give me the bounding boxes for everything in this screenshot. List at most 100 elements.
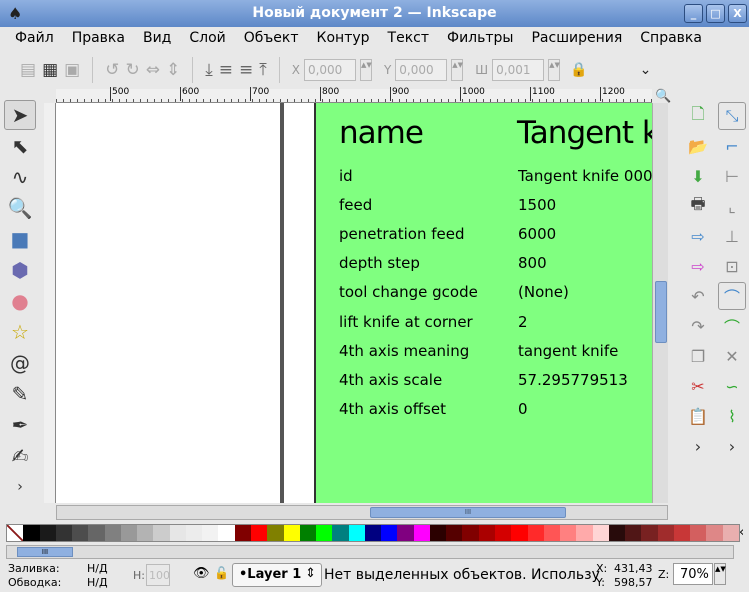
redo-icon[interactable]: ↷	[684, 312, 712, 340]
flip-vertical-icon[interactable]: ⇕	[166, 60, 180, 80]
color-swatch[interactable]	[299, 525, 317, 541]
rotate-ccw-icon[interactable]: ↺	[105, 60, 119, 80]
horizontal-scroll-thumb[interactable]: III	[370, 507, 566, 518]
snap-intersection-icon[interactable]: ✕	[718, 342, 746, 370]
undo-icon[interactable]: ↶	[684, 282, 712, 310]
maximize-button[interactable]: □	[706, 4, 725, 23]
color-swatch[interactable]	[673, 525, 691, 541]
print-icon[interactable]: 🖶	[684, 192, 712, 220]
color-swatch[interactable]	[23, 525, 40, 541]
color-swatch[interactable]	[560, 525, 577, 541]
color-swatch[interactable]	[39, 525, 56, 541]
color-swatch[interactable]	[250, 525, 268, 541]
menu-layer[interactable]: Слой	[180, 27, 234, 49]
raise-icon[interactable]: ≡	[239, 60, 253, 80]
new-document-icon[interactable]: 🗋	[684, 102, 712, 130]
vertical-scrollbar[interactable]	[652, 103, 668, 503]
color-swatch[interactable]	[494, 525, 512, 541]
minimize-button[interactable]: _	[684, 4, 703, 23]
color-swatch[interactable]	[429, 525, 447, 541]
snap-bbox-midpoint-icon[interactable]: ⊥	[718, 222, 746, 250]
menu-text[interactable]: Текст	[379, 27, 438, 49]
snap-bbox-corner-icon[interactable]: ⌞	[718, 192, 746, 220]
color-swatch[interactable]	[478, 525, 495, 541]
rectangle-tool-icon[interactable]: ■	[4, 224, 36, 254]
layer-lock-icon[interactable]: 🔓	[214, 566, 229, 580]
color-swatch[interactable]	[446, 525, 463, 541]
snap-path-icon[interactable]: ⌒	[718, 312, 746, 340]
copy-icon[interactable]: ❐	[684, 342, 712, 370]
menu-object[interactable]: Объект	[235, 27, 308, 49]
paste-icon[interactable]: 📋	[684, 402, 712, 430]
flip-horizontal-icon[interactable]: ⇔	[146, 60, 160, 80]
tweak-tool-icon[interactable]: ∿	[4, 162, 36, 192]
color-swatch[interactable]	[202, 525, 219, 541]
color-swatch[interactable]	[267, 525, 284, 541]
opacity-input[interactable]: 100	[146, 564, 170, 586]
pen-tool-icon[interactable]: ✒	[4, 410, 36, 440]
w-input[interactable]: 0,001	[492, 59, 545, 81]
snap-bbox-icon[interactable]: ⌐	[718, 132, 746, 160]
color-swatch[interactable]	[722, 525, 739, 541]
color-swatch[interactable]	[706, 525, 723, 541]
spiral-tool-icon[interactable]: @	[4, 348, 36, 378]
calligraphy-tool-icon[interactable]: ✍	[4, 441, 36, 471]
color-swatch[interactable]	[690, 525, 707, 541]
color-swatch[interactable]	[608, 525, 626, 541]
color-swatch[interactable]	[462, 525, 479, 541]
stroke-value[interactable]: Н/Д	[87, 576, 108, 589]
horizontal-scrollbar[interactable]: III	[56, 505, 668, 520]
snap-bbox-edge-icon[interactable]: ⊢	[718, 162, 746, 190]
open-icon[interactable]: 📂	[684, 132, 712, 160]
visibility-eye-icon[interactable]: 👁	[193, 566, 210, 581]
import-icon[interactable]: ⇨	[684, 222, 712, 250]
no-paint-swatch[interactable]	[7, 525, 24, 541]
color-swatch[interactable]	[72, 525, 89, 541]
rotate-cw-icon[interactable]: ↻	[125, 60, 139, 80]
pencil-tool-icon[interactable]: ✎	[4, 379, 36, 409]
color-swatch[interactable]	[576, 525, 593, 541]
color-swatch[interactable]	[657, 525, 674, 541]
palette-scrollbar[interactable]: III	[6, 545, 734, 559]
color-swatch[interactable]	[397, 525, 414, 541]
snap-nodes-icon[interactable]: ⌒	[718, 282, 746, 310]
select-all-layers-icon[interactable]: ▦	[42, 60, 58, 80]
menu-file[interactable]: Файл	[6, 27, 63, 49]
menu-edit[interactable]: Правка	[63, 27, 134, 49]
more-options-button[interactable]: ⌄	[640, 62, 652, 78]
menu-extensions[interactable]: Расширения	[522, 27, 631, 49]
more-commands-icon[interactable]: ›	[684, 432, 712, 460]
color-swatch[interactable]	[55, 525, 73, 541]
y-spinner[interactable]: ▲▼	[451, 59, 464, 81]
color-swatch[interactable]	[641, 525, 658, 541]
color-swatch[interactable]	[88, 525, 105, 541]
green-rectangle[interactable]: name Tangent knife idTangent knife 0001 …	[314, 103, 652, 503]
star-tool-icon[interactable]: ☆	[4, 317, 36, 347]
zoom-input[interactable]: 70%	[673, 563, 713, 585]
snap-bbox-center-icon[interactable]: ⊡	[718, 252, 746, 280]
vertical-scroll-thumb[interactable]	[655, 281, 667, 343]
color-swatch[interactable]	[592, 525, 609, 541]
more-tools-icon[interactable]: ›	[4, 472, 36, 502]
x-input[interactable]: 0,000	[303, 59, 356, 81]
cut-icon[interactable]: ✂	[684, 372, 712, 400]
save-icon[interactable]: ⬇	[684, 162, 712, 190]
color-swatch[interactable]	[153, 525, 170, 541]
zoom-icon[interactable]: 🔍	[655, 89, 671, 104]
color-swatch[interactable]	[511, 525, 528, 541]
snap-midpoint-icon[interactable]: ⌇	[718, 402, 746, 430]
raise-top-icon[interactable]: ⤒	[259, 60, 267, 80]
node-tool-icon[interactable]: ⬉	[4, 131, 36, 161]
menu-filters[interactable]: Фильтры	[438, 27, 522, 49]
color-swatch[interactable]	[364, 525, 382, 541]
snap-smooth-icon[interactable]: ∽	[718, 372, 746, 400]
3d-box-tool-icon[interactable]: ⬢	[4, 255, 36, 285]
export-icon[interactable]: ⇨	[684, 252, 712, 280]
color-swatch[interactable]	[381, 525, 398, 541]
color-swatch[interactable]	[104, 525, 121, 541]
snap-toggle-icon[interactable]: ⤡	[718, 102, 746, 130]
color-swatch[interactable]	[316, 525, 333, 541]
deselect-icon[interactable]: ▣	[64, 60, 80, 80]
more-snap-icon[interactable]: ›	[718, 432, 746, 460]
color-swatch[interactable]	[413, 525, 430, 541]
